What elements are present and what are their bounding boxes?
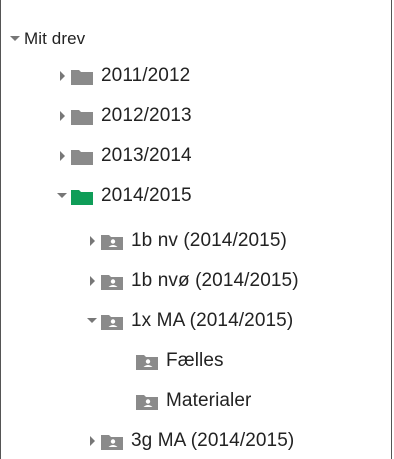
folder-icon	[71, 148, 93, 165]
tree-item-1b-nv[interactable]: 1b nv (2014/2015)	[86, 225, 287, 257]
tree-item-1x-ma[interactable]: 1x MA (2014/2015)	[86, 305, 293, 337]
tree-item-2013-2014[interactable]: 2013/2014	[56, 140, 192, 172]
collapse-arrow-icon[interactable]	[56, 70, 68, 82]
tree-item-label: 2014/2015	[101, 185, 192, 206]
tree-item-label: 3g MA (2014/2015)	[131, 430, 295, 451]
tree-item-label: 2012/2013	[101, 105, 192, 126]
tree-item-label: Materialer	[166, 390, 252, 411]
folder-icon	[71, 68, 93, 85]
shared-folder-icon	[101, 313, 123, 330]
folder-tree: Mit drev 2011/2012 2012/2013 2013/2014 2…	[0, 0, 392, 459]
collapse-arrow-icon[interactable]	[56, 150, 68, 162]
collapse-arrow-icon[interactable]	[86, 435, 98, 447]
tree-item-label: 2013/2014	[101, 145, 192, 166]
tree-item-label: 1x MA (2014/2015)	[131, 310, 294, 331]
tree-item-faelles[interactable]: Fælles	[121, 345, 224, 377]
tree-item-3g-ma[interactable]: 3g MA (2014/2015)	[86, 425, 294, 457]
tree-item-label: Mit drev	[24, 29, 86, 48]
collapse-arrow-icon[interactable]	[56, 110, 68, 122]
tree-item-1b-nvo[interactable]: 1b nvø (2014/2015)	[86, 265, 299, 297]
shared-folder-icon	[101, 433, 123, 450]
expand-arrow-icon[interactable]	[86, 315, 98, 327]
green-folder-icon	[71, 188, 93, 205]
tree-item-label: 1b nvø (2014/2015)	[131, 270, 299, 291]
tree-item-label: 2011/2012	[101, 65, 191, 86]
collapse-arrow-icon[interactable]	[86, 275, 98, 287]
tree-item-label: 1b nv (2014/2015)	[131, 230, 287, 251]
collapse-arrow-icon[interactable]	[86, 235, 98, 247]
shared-folder-icon	[101, 233, 123, 250]
tree-item-2014-2015[interactable]: 2014/2015	[56, 180, 192, 212]
tree-item-materialer[interactable]: Materialer	[121, 385, 251, 417]
tree-item-label: Fælles	[166, 350, 224, 371]
tree-item-2012-2013[interactable]: 2012/2013	[56, 100, 192, 132]
expand-arrow-icon[interactable]	[9, 33, 21, 45]
tree-item-2011-2012[interactable]: 2011/2012	[56, 60, 190, 92]
shared-folder-icon	[136, 393, 158, 410]
folder-icon	[71, 108, 93, 125]
shared-folder-icon	[101, 273, 123, 290]
expand-arrow-icon[interactable]	[56, 190, 68, 202]
shared-folder-icon	[136, 353, 158, 370]
tree-root-mit-drev[interactable]: Mit drev	[9, 23, 85, 55]
